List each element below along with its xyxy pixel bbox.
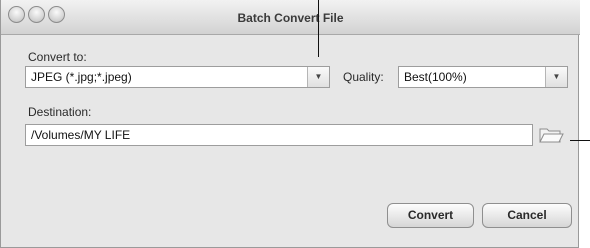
callout-line-right <box>570 140 590 141</box>
quality-label: Quality: <box>343 70 384 84</box>
cancel-button[interactable]: Cancel <box>482 203 572 228</box>
callout-line-top <box>318 0 319 57</box>
convert-to-label: Convert to: <box>28 50 87 64</box>
convert-to-select[interactable]: JPEG (*.jpg;*.jpeg) ▼ <box>25 66 330 88</box>
quality-select[interactable]: Best(100%) ▼ <box>398 66 568 88</box>
convert-to-value: JPEG (*.jpg;*.jpeg) <box>31 70 132 84</box>
convert-button[interactable]: Convert <box>387 203 474 228</box>
title-bar: Batch Convert File <box>1 0 580 35</box>
quality-value: Best(100%) <box>404 70 467 84</box>
folder-icon[interactable] <box>538 125 564 145</box>
batch-convert-dialog: Batch Convert File Convert to: JPEG (*.j… <box>0 0 580 248</box>
window-title: Batch Convert File <box>237 11 344 25</box>
chevron-down-icon[interactable]: ▼ <box>545 67 567 87</box>
chevron-down-icon[interactable]: ▼ <box>307 67 329 87</box>
destination-label: Destination: <box>28 105 92 119</box>
destination-field[interactable]: /Volumes/MY LIFE <box>25 124 533 146</box>
